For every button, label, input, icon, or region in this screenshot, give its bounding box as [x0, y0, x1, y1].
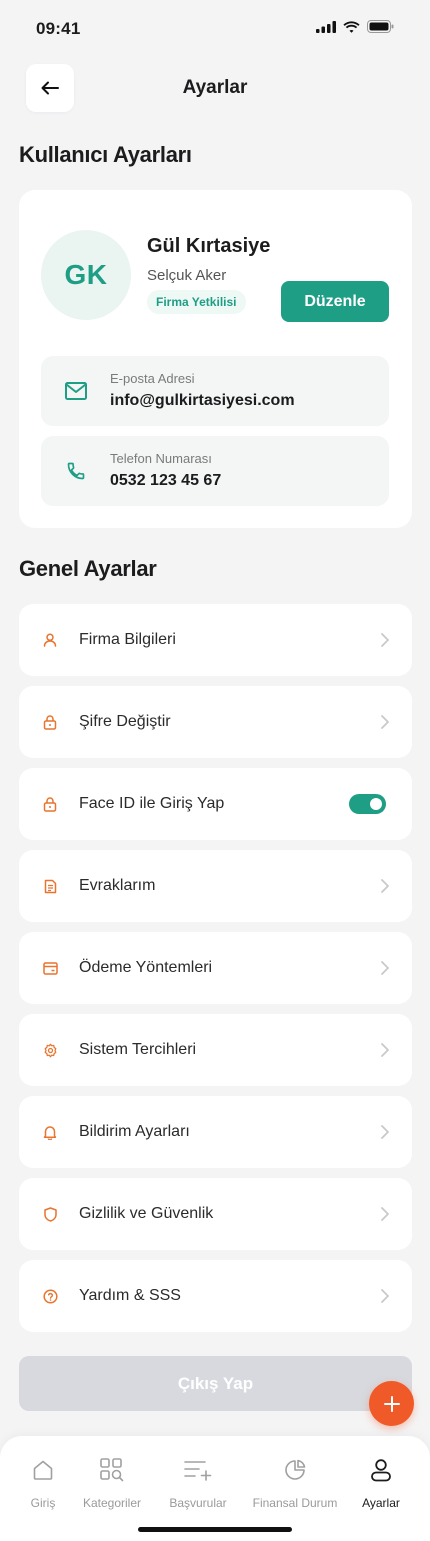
status-bar: 09:41 [0, 0, 430, 58]
nav-label: Finansal Durum [252, 1496, 338, 1510]
add-fab-button[interactable] [369, 1381, 414, 1426]
settings-item-change-password[interactable]: Şifre Değiştir [19, 686, 412, 758]
chevron-right-icon [381, 1207, 389, 1221]
chevron-right-icon [381, 961, 389, 975]
signal-icon [316, 20, 336, 33]
settings-item-notifications[interactable]: Bildirim Ayarları [19, 1096, 412, 1168]
settings-item-documents[interactable]: Evraklarım [19, 850, 412, 922]
face-id-toggle[interactable] [349, 794, 386, 814]
chevron-right-icon [381, 879, 389, 893]
email-value: info@gulkirtasiyesi.com [110, 392, 295, 409]
settings-item-face-id[interactable]: Face ID ile Giriş Yap [19, 768, 412, 840]
chevron-right-icon [381, 715, 389, 729]
nav-item-applications[interactable]: Başvurular [153, 1456, 243, 1510]
logout-button[interactable]: Çıkış Yap [19, 1356, 412, 1411]
chevron-right-icon [381, 1125, 389, 1139]
settings-item-payment-methods[interactable]: Ödeme Yöntemleri [19, 932, 412, 1004]
user-icon [41, 631, 59, 649]
general-settings-title: Genel Ayarlar [19, 556, 157, 581]
document-icon [41, 877, 59, 895]
bell-icon [41, 1123, 59, 1141]
category-search-icon [67, 1456, 157, 1484]
nav-item-settings[interactable]: Ayarlar [336, 1456, 426, 1510]
settings-item-label: Bildirim Ayarları [79, 1123, 190, 1140]
toggle-knob [370, 798, 382, 810]
lock-icon [41, 795, 59, 813]
plus-icon [383, 1395, 400, 1412]
phone-box[interactable]: Telefon Numarası 0532 123 45 67 [41, 436, 389, 506]
company-name: Gül Kırtasiye [147, 235, 271, 257]
home-indicator [138, 1527, 292, 1532]
settings-item-label: Yardım & SSS [79, 1287, 181, 1304]
profile-card: GK Gül Kırtasiye Selçuk Aker Firma Yetki… [19, 190, 412, 528]
card-icon [41, 959, 59, 977]
lock-icon [41, 713, 59, 731]
settings-item-label: Ödeme Yöntemleri [79, 959, 213, 976]
status-icons [316, 20, 394, 33]
mail-icon [63, 378, 89, 404]
settings-item-label: Gizlilik ve Güvenlik [79, 1205, 214, 1222]
battery-icon [367, 20, 394, 33]
settings-item-privacy-security[interactable]: Gizlilik ve Güvenlik [19, 1178, 412, 1250]
header: Ayarlar [0, 62, 430, 112]
bottom-nav: Giriş Kategoriler Başvurular Finansal Du… [0, 1436, 430, 1541]
settings-item-label: Evraklarım [79, 877, 156, 894]
phone-label: Telefon Numarası [110, 451, 212, 466]
page-title: Ayarlar [182, 77, 248, 98]
email-box[interactable]: E-posta Adresi info@gulkirtasiyesi.com [41, 356, 389, 426]
status-time: 09:41 [36, 19, 81, 38]
shield-icon [41, 1205, 59, 1223]
role-badge: Firma Yetkilisi [147, 290, 246, 314]
settings-item-system-preferences[interactable]: Sistem Tercihleri [19, 1014, 412, 1086]
edit-profile-button[interactable]: Düzenle [281, 281, 389, 322]
pie-chart-icon [250, 1456, 340, 1484]
list-add-icon [153, 1456, 243, 1484]
settings-item-label: Sistem Tercihleri [79, 1041, 197, 1058]
profile-icon [336, 1456, 426, 1484]
settings-item-company-info[interactable]: Firma Bilgileri [19, 604, 412, 676]
chevron-right-icon [381, 1289, 389, 1303]
email-label: E-posta Adresi [110, 371, 195, 386]
person-name: Selçuk Aker [147, 267, 227, 284]
phone-value: 0532 123 45 67 [110, 472, 222, 489]
avatar: GK [41, 230, 131, 320]
nav-label: Kategoriler [82, 1496, 142, 1510]
phone-icon [63, 458, 89, 484]
settings-item-label: Firma Bilgileri [79, 631, 176, 648]
help-icon [41, 1287, 59, 1305]
gear-icon [41, 1041, 59, 1059]
chevron-right-icon [381, 633, 389, 647]
nav-item-categories[interactable]: Kategoriler [67, 1456, 157, 1510]
settings-item-help-faq[interactable]: Yardım & SSS [19, 1260, 412, 1332]
user-settings-title: Kullanıcı Ayarları [19, 142, 192, 167]
nav-label: Başvurular [169, 1496, 227, 1510]
nav-label: Ayarlar [362, 1496, 400, 1510]
chevron-right-icon [381, 1043, 389, 1057]
nav-item-financial-status[interactable]: Finansal Durum [250, 1456, 340, 1510]
wifi-icon [343, 20, 360, 33]
settings-item-label: Face ID ile Giriş Yap [79, 795, 225, 812]
settings-item-label: Şifre Değiştir [79, 713, 171, 730]
